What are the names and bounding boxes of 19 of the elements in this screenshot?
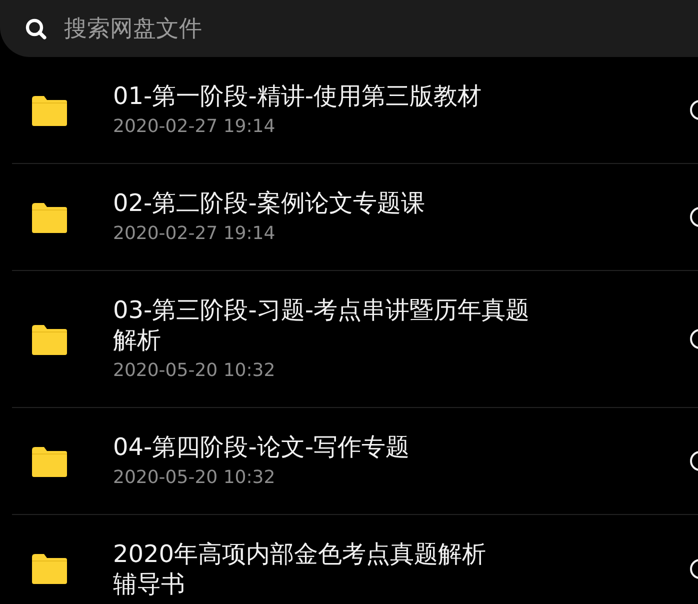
folder-icon [30, 94, 68, 126]
file-name[interactable]: 04-第四阶段-论文-写作专题 [113, 432, 698, 462]
file-name[interactable]: 02-第二阶段-案例论文专题课 [113, 188, 698, 218]
file-date: 2020-02-27 19:14 [113, 115, 276, 139]
folder-icon [30, 446, 68, 478]
file-name[interactable]: 辅导书 [113, 569, 698, 599]
file-date: 2020-05-20 10:32 [113, 466, 276, 490]
file-name[interactable]: 2020年高项内部金色考点真题解析 [113, 539, 698, 569]
file-name[interactable]: 03-第三阶段-习题-考点串讲暨历年真题 [113, 295, 698, 325]
file-name[interactable]: 解析 [113, 325, 698, 355]
file-date: 2020-02-27 19:14 [113, 222, 276, 246]
search-bar[interactable]: 搜索网盘文件 [0, 0, 698, 57]
folder-icon [30, 324, 68, 356]
file-name[interactable]: 01-第一阶段-精讲-使用第三版教材 [113, 81, 698, 111]
search-icon [24, 16, 48, 40]
file-date: 2020-05-20 10:32 [113, 359, 276, 383]
folder-icon [30, 553, 68, 585]
search-field[interactable]: 搜索网盘文件 [62, 14, 698, 42]
folder-icon [30, 202, 68, 234]
